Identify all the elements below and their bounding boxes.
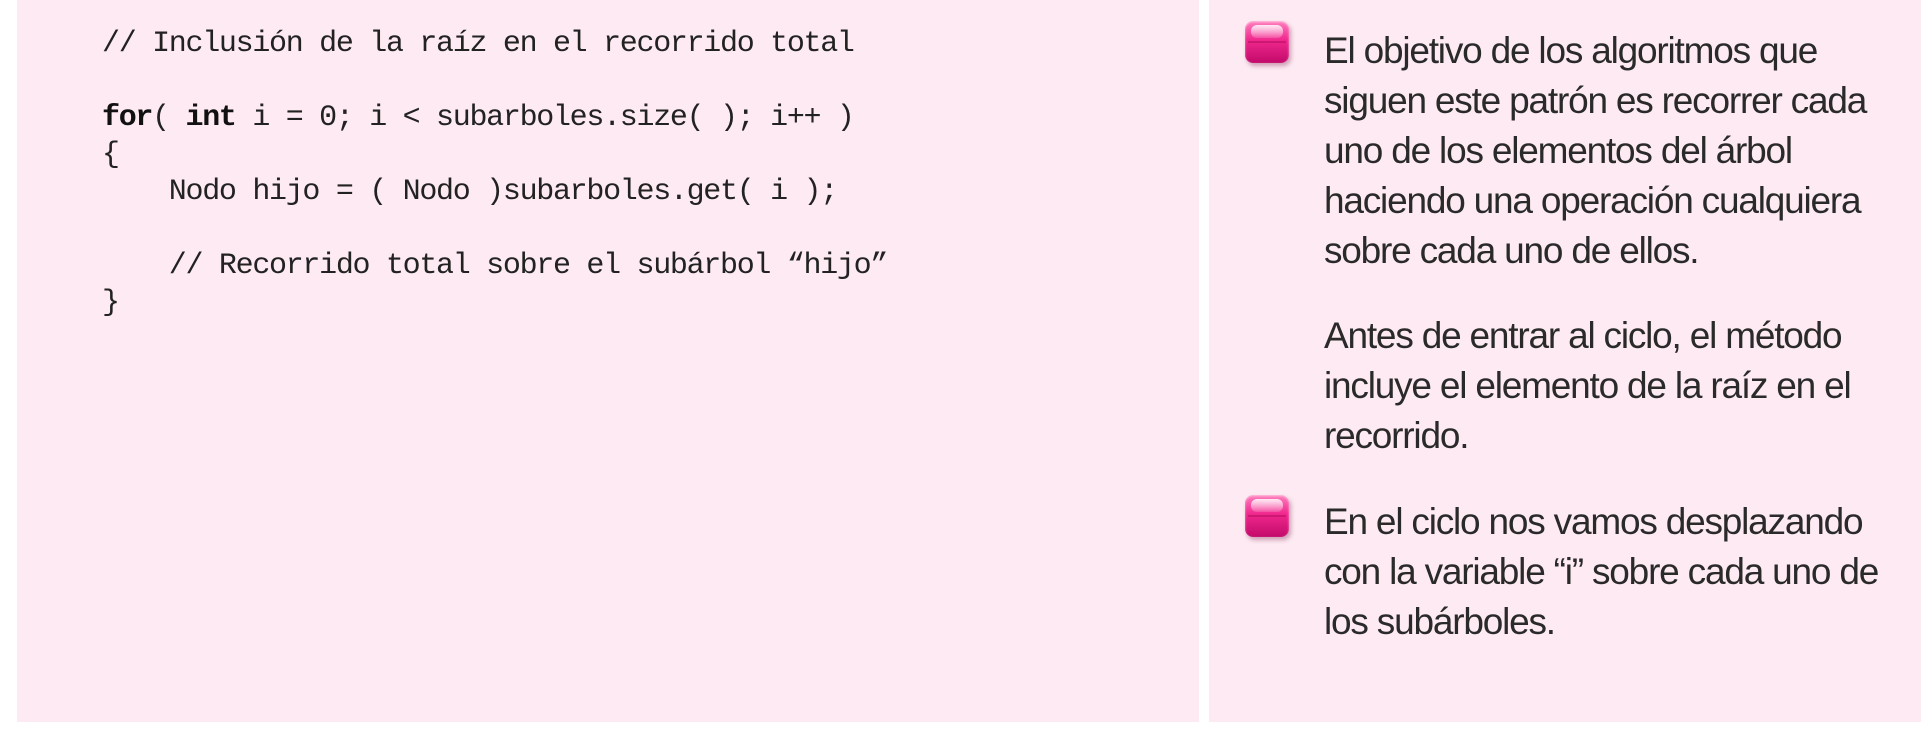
code-line-nodo-hijo: Nodo hijo = ( Nodo )subarboles.get( i ); [102,175,838,209]
pink-bullet-icon [1245,21,1289,63]
code-line-close-brace: } [102,286,120,320]
note-root-inclusion: Antes de entrar al ciclo, el método incl… [1324,315,1852,456]
code-for-open-paren: ( [152,101,186,135]
code-line-for: for( int i = 0; i < subarboles.size( ); … [102,100,887,137]
code-line-comment-subtree: // Recorrido total sobre el subárbol “hi… [102,249,889,283]
note-objective: El objetivo de los algoritmos que siguen… [1324,30,1867,271]
keyword-int: int [185,101,237,135]
code-for-condition: i = 0; i < subarboles.size( ); i++ ) [235,101,855,135]
code-line-open-brace: { [102,138,120,172]
keyword-for: for [102,101,153,135]
code-line-comment-root: // Inclusión de la raíz en el recorrido … [102,27,855,61]
pink-bullet-icon [1245,495,1289,537]
note-loop-variable: En el ciclo nos vamos desplazando con la… [1324,501,1879,642]
code-block: // Inclusión de la raíz en el recorrido … [102,26,889,322]
